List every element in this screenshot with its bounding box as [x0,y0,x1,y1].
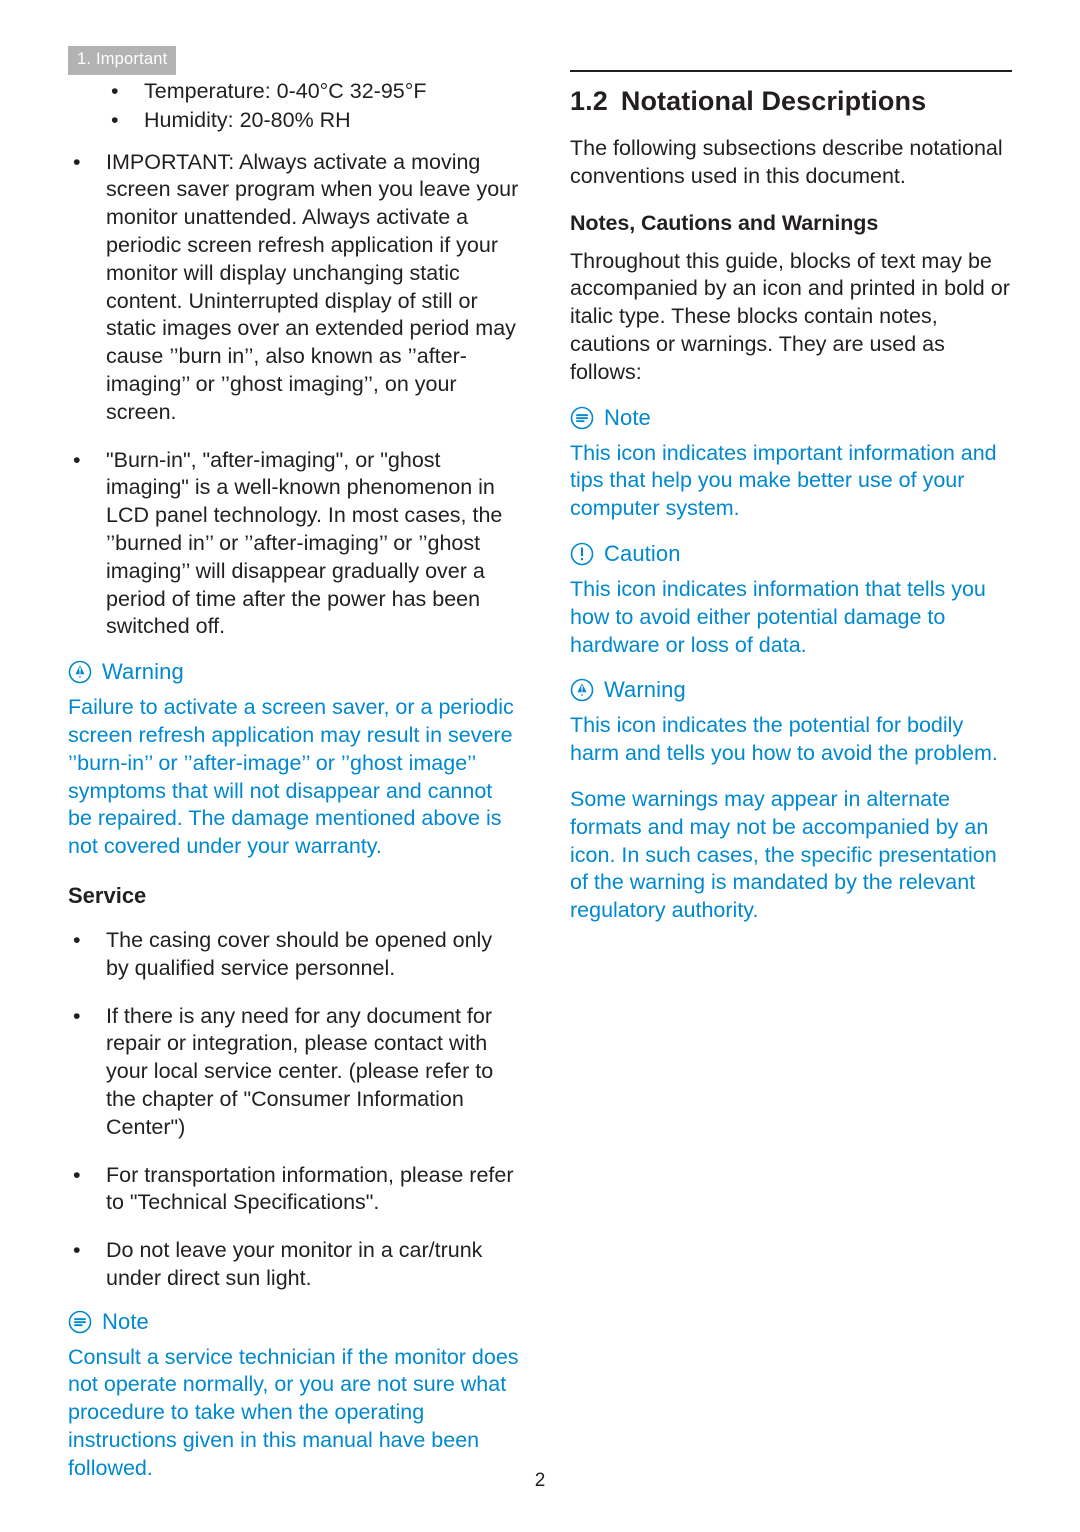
bullet-glyph: • [73,1162,81,1187]
bullet-glyph: • [73,149,81,174]
list-item: • If there is any need for any document … [68,1003,520,1142]
bullet-glyph: • [111,79,119,103]
callout-text: Consult a service technician if the moni… [68,1344,519,1480]
warning-icon [68,660,92,684]
service-bullet-list: • The casing cover should be opened only… [68,927,520,1293]
bullet-glyph: • [73,1238,81,1263]
bullet-glyph: • [111,107,119,132]
subsection-heading: Notes, Cautions and Warnings [570,210,879,235]
callout-text-secondary: Some warnings may appear in alternate fo… [570,786,997,923]
bullet-glyph: • [73,447,81,472]
callout-title: Note [604,404,651,430]
bullet-glyph: • [73,927,81,952]
list-item-text: IMPORTANT: Always activate a moving scre… [106,149,519,424]
list-item-text: The casing cover should be opened only b… [106,927,493,980]
caution-icon [570,542,594,566]
warning-callout: Warning Failure to activate a screen sav… [68,659,520,861]
important-bullet-list: • IMPORTANT: Always activate a moving sc… [68,149,520,642]
note-callout: Note Consult a service technician if the… [68,1309,520,1483]
callout-header: Note [68,1309,520,1335]
page-title: 1.2 Notational Descriptions [570,86,1012,117]
list-item-text: Do not leave your monitor in a car/trunk… [106,1238,483,1290]
callout-text: Failure to activate a screen saver, or a… [68,695,514,859]
callout-header: Note [570,405,1012,431]
callout-header: Caution [570,541,1012,567]
list-item: • "Burn-in", "after-imaging", or "ghost … [68,447,520,642]
list-item-text: If there is any need for any document fo… [106,1003,494,1139]
list-item: • Do not leave your monitor in a car/tru… [68,1237,520,1293]
chapter-tab: 1. Important [68,46,177,75]
document-page: 1. Important • Temperature: 0-40°C 32-95… [0,0,1080,1532]
list-item: • The casing cover should be opened only… [68,927,520,983]
callout-text: This icon indicates the potential for bo… [570,713,998,766]
list-item-text: For transportation information, please r… [106,1162,514,1215]
callout-title: Caution [604,540,681,566]
callout-title: Warning [604,677,686,703]
right-column: 1.2 Notational Descriptions The following… [570,70,1012,941]
intro-paragraph: The following subsections describe notat… [570,136,1003,188]
bullet-glyph: • [73,1003,81,1028]
callout-header: Warning [570,677,1012,703]
callout-text: This icon indicates important informatio… [570,440,997,521]
list-item-text: Temperature: 0-40°C 32-95°F [144,79,427,103]
note-icon [68,1310,92,1333]
callout-title: Note [102,1308,149,1334]
list-item-text: "Burn-in", "after-imaging", or "ghost im… [106,447,503,639]
service-heading: Service [68,882,147,908]
section-title-text: Notational Descriptions [620,86,927,116]
callout-title: Warning [102,659,184,685]
callout-header: Warning [68,659,520,685]
caution-callout: Caution This icon indicates information … [570,541,1012,659]
warning-icon [570,679,594,702]
note-icon [570,406,594,429]
subsection-paragraph: Throughout this guide, blocks of text ma… [570,248,1010,384]
spec-bullet-list: • Temperature: 0-40°C 32-95°F • Humidity… [68,78,520,135]
callout-text: This icon indicates information that tel… [570,576,986,657]
list-item: • For transportation information, please… [68,1162,520,1218]
note-callout: Note This icon indicates important infor… [570,405,1012,523]
section-rule [570,70,1012,72]
page-number: 2 [534,1470,546,1491]
left-column: • Temperature: 0-40°C 32-95°F • Humidity… [68,78,520,1499]
list-item: • Temperature: 0-40°C 32-95°F [68,78,520,106]
list-item-text: Humidity: 20-80% RH [144,107,351,132]
section-number: 1.2 [570,86,608,116]
warning-callout: Warning This icon indicates the potentia… [570,677,1012,925]
list-item: • IMPORTANT: Always activate a moving sc… [68,149,520,427]
list-item: • Humidity: 20-80% RH [68,107,520,135]
